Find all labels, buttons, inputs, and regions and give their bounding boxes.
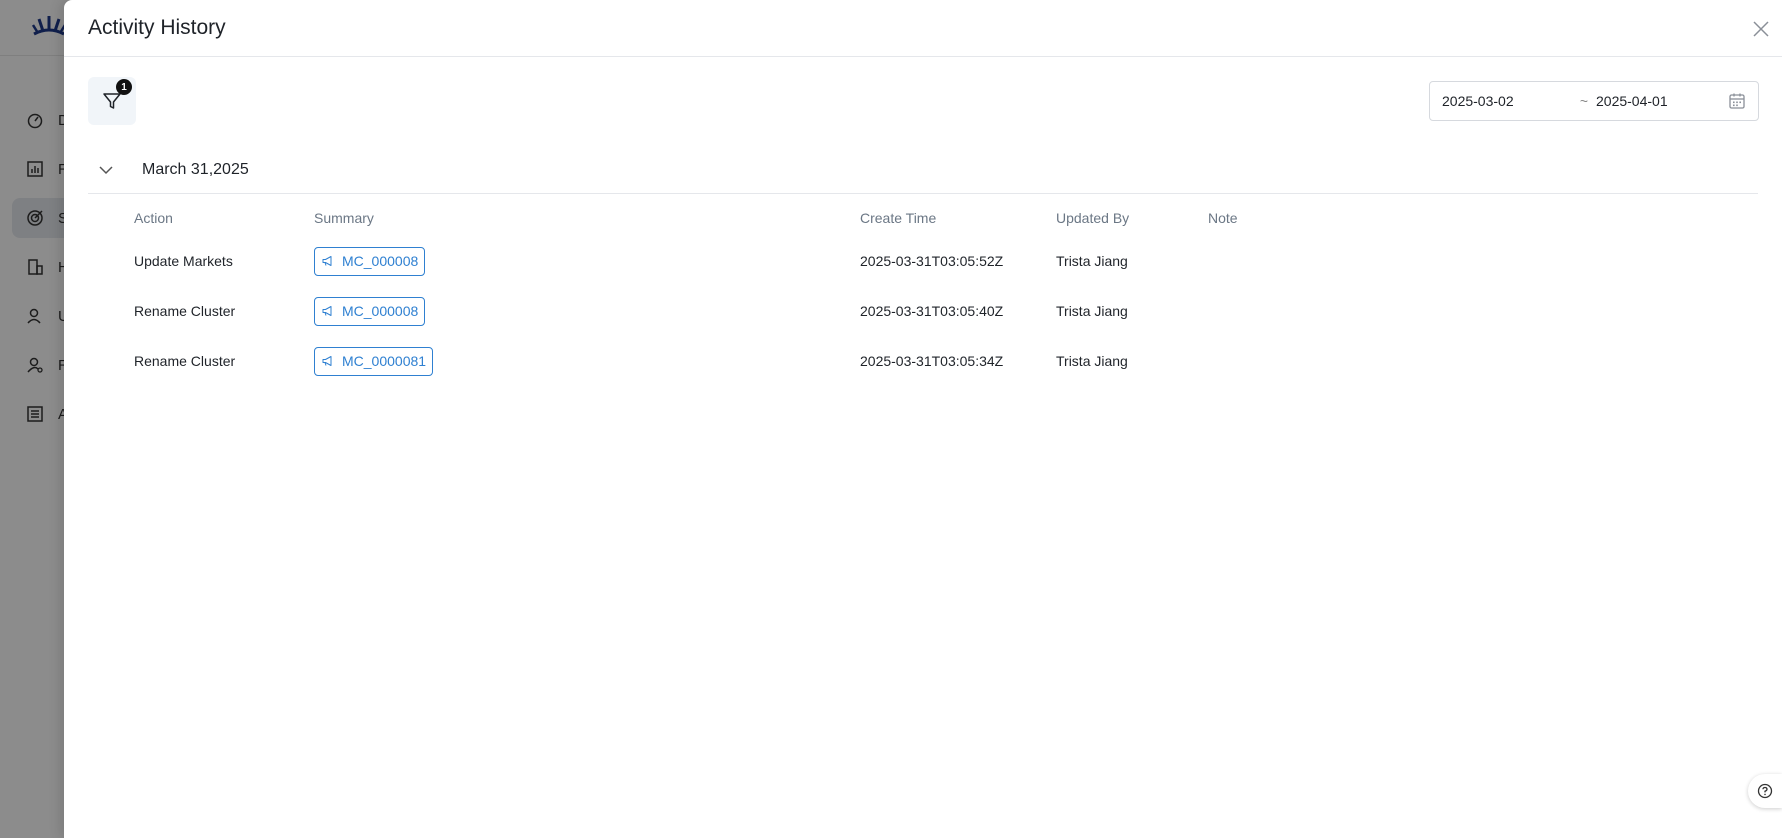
- date-start-input[interactable]: 2025-03-02: [1442, 93, 1574, 109]
- summary-cell: MC_0000081: [314, 336, 434, 386]
- create-time-cell: 2025-03-31T03:05:52Z: [860, 253, 1004, 269]
- date-range-picker[interactable]: 2025-03-02 ~ 2025-04-01: [1429, 81, 1759, 121]
- table-header: Action Summary Create Time Updated By No…: [88, 200, 1758, 236]
- table-row: Update Markets MC_000008 2025-03-31T03:0…: [88, 236, 1758, 286]
- megaphone-icon: [322, 356, 332, 366]
- summary-tag-label: MC_000008: [342, 253, 419, 269]
- action-cell: Update Markets: [134, 253, 233, 269]
- activity-history-drawer: Activity History 1 2025-03-02 ~ 2025-04-…: [64, 0, 1782, 838]
- column-header-action: Action: [134, 210, 173, 226]
- summary-tag-label: MC_0000081: [342, 353, 427, 369]
- calendar-icon[interactable]: [1728, 92, 1746, 110]
- date-range-separator: ~: [1579, 93, 1589, 109]
- summary-tag[interactable]: MC_000008: [314, 296, 426, 326]
- date-end-input[interactable]: 2025-04-01: [1596, 93, 1726, 109]
- filter-icon: [103, 93, 121, 109]
- close-icon: [1753, 21, 1769, 37]
- close-button[interactable]: [1750, 18, 1772, 40]
- action-cell: Rename Cluster: [134, 303, 236, 319]
- summary-tag[interactable]: MC_0000081: [314, 346, 434, 376]
- activity-table: Action Summary Create Time Updated By No…: [88, 200, 1758, 386]
- table-row: Rename Cluster MC_000008 2025-03-31T03:0…: [88, 286, 1758, 336]
- updated-by-cell: Trista Jiang: [1056, 303, 1128, 319]
- date-group-title: March 31,2025: [142, 160, 249, 178]
- action-cell: Rename Cluster: [134, 353, 236, 369]
- summary-cell: MC_000008: [314, 236, 426, 286]
- megaphone-icon: [322, 256, 332, 266]
- column-header-summary: Summary: [314, 210, 374, 226]
- help-icon: [1757, 783, 1773, 799]
- megaphone-icon: [322, 306, 332, 316]
- create-time-cell: 2025-03-31T03:05:34Z: [860, 353, 1004, 369]
- date-group-header: March 31,2025: [88, 146, 1758, 194]
- create-time-cell: 2025-03-31T03:05:40Z: [860, 303, 1004, 319]
- chevron-down-icon[interactable]: [98, 162, 114, 178]
- toolbar: 1 2025-03-02 ~ 2025-04-01: [64, 57, 1782, 157]
- column-header-note: Note: [1208, 210, 1238, 226]
- column-header-create-time: Create Time: [860, 210, 937, 226]
- summary-tag[interactable]: MC_000008: [314, 246, 426, 276]
- drawer-header: Activity History: [64, 0, 1782, 57]
- summary-cell: MC_000008: [314, 286, 426, 336]
- updated-by-cell: Trista Jiang: [1056, 253, 1128, 269]
- table-row: Rename Cluster MC_0000081 2025-03-31T03:…: [88, 336, 1758, 386]
- updated-by-cell: Trista Jiang: [1056, 353, 1128, 369]
- help-button[interactable]: [1748, 774, 1782, 808]
- drawer-title: Activity History: [88, 16, 226, 39]
- column-header-updated-by: Updated By: [1056, 210, 1130, 226]
- summary-tag-label: MC_000008: [342, 303, 419, 319]
- filter-count-badge: 1: [116, 79, 132, 95]
